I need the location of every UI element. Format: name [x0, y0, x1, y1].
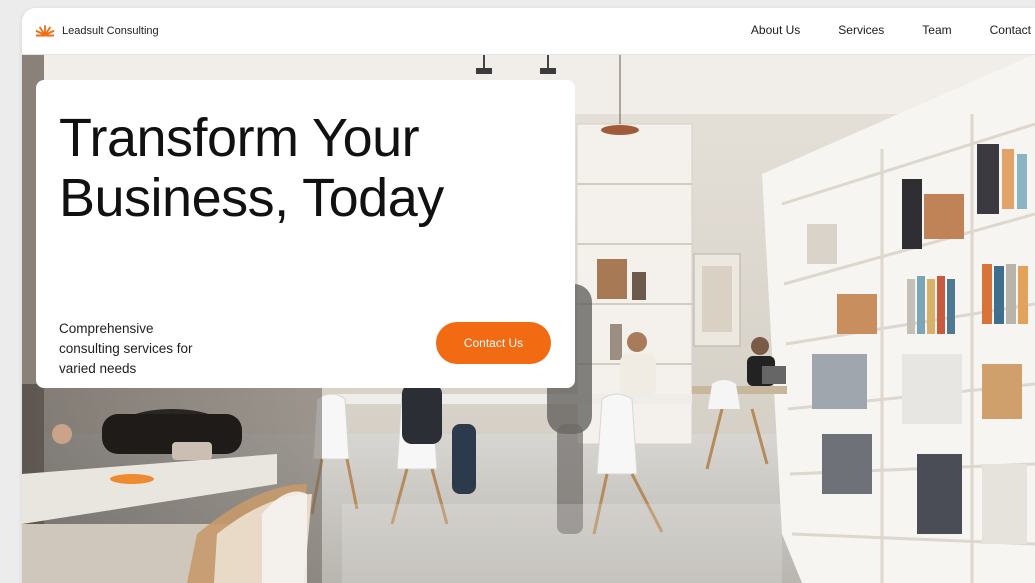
nav-item-team[interactable]: Team [922, 23, 951, 37]
brand[interactable]: Leadsult Consulting [35, 21, 159, 41]
headline-line-1: Transform Your [59, 108, 420, 168]
nav-item-about-us[interactable]: About Us [751, 23, 800, 37]
brand-name: Leadsult Consulting [62, 25, 159, 37]
hero-card: Transform Your Business, Today Comprehen… [36, 80, 575, 388]
nav-item-services[interactable]: Services [838, 23, 884, 37]
nav-item-contact[interactable]: Contact [990, 23, 1031, 37]
sun-rays-icon [35, 25, 55, 37]
contact-us-button[interactable]: Contact Us [436, 322, 551, 364]
headline-line-2: Business, Today [59, 168, 444, 228]
browser-page: Leadsult Consulting About Us Services Te… [22, 8, 1035, 583]
top-navigation: Leadsult Consulting About Us Services Te… [22, 8, 1035, 55]
hero-subtext: Comprehensive consulting services for va… [59, 320, 193, 376]
main-nav: About Us Services Team Contact [713, 23, 1035, 37]
hero-headline: Transform Your Business, Today [59, 108, 569, 228]
